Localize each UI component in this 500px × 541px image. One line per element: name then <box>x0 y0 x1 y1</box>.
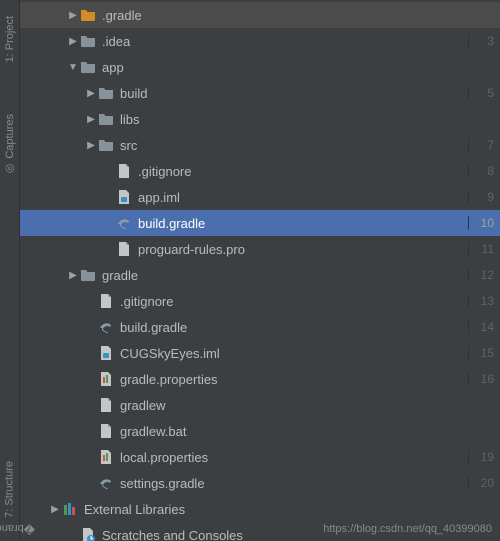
chevron-right-icon[interactable]: ▶ <box>66 10 80 21</box>
line-number: 11 <box>468 242 494 256</box>
folder-icon <box>80 267 96 283</box>
tree-row[interactable]: ▶build.gradle14 <box>20 314 500 340</box>
project-tree-panel: ▶ .gradle ▶ .idea 3 ▼ app ▶ build 5 ▶ libs ▶ src 7 ▶ .gi… <box>20 0 500 541</box>
tree-row[interactable]: ▶ src 7 <box>20 132 500 158</box>
tree-row[interactable]: ▶settings.gradle20 <box>20 470 500 496</box>
tree-item-label: libs <box>120 112 464 127</box>
left-tool-gutter: 1: Project ◎ Captures �branche 7: Struct… <box>0 0 20 541</box>
file-icon <box>98 397 114 413</box>
line-number: 3 <box>468 34 494 48</box>
tree-item-label: .gradle <box>102 8 464 23</box>
tree-item-label: gradle.properties <box>120 372 464 387</box>
scratch-icon <box>80 527 96 541</box>
file-icon <box>116 163 132 179</box>
line-number: 19 <box>468 450 494 464</box>
tree-item-label: .gitignore <box>120 294 464 309</box>
tree-row[interactable]: ▶ .idea 3 <box>20 28 500 54</box>
tree-item-label: External Libraries <box>84 502 464 517</box>
tree-item-label: gradle <box>102 268 464 283</box>
tree-row[interactable]: ▶gradlew <box>20 392 500 418</box>
tree-row[interactable]: ▶build.gradle10 <box>20 210 500 236</box>
tree-item-label: proguard-rules.pro <box>138 242 464 257</box>
tree-item-label: gradlew.bat <box>120 424 464 439</box>
chevron-right-icon[interactable]: ▶ <box>66 36 80 47</box>
line-number: 13 <box>468 294 494 308</box>
tree-item-label: settings.gradle <box>120 476 464 491</box>
tree-row[interactable]: ▶.gitignore13 <box>20 288 500 314</box>
tree-item-label: local.properties <box>120 450 464 465</box>
tree-row[interactable]: ▶ gradle 12 <box>20 262 500 288</box>
gradle-icon <box>116 215 132 231</box>
line-number: 15 <box>468 346 494 360</box>
line-number: 12 <box>468 268 494 282</box>
line-number: 16 <box>468 372 494 386</box>
line-number: 5 <box>468 86 494 100</box>
folder-icon <box>80 59 96 75</box>
chevron-right-icon[interactable]: ▶ <box>48 504 62 515</box>
tree-row[interactable]: ▶app.iml9 <box>20 184 500 210</box>
gutter-tab-captures[interactable]: ◎ Captures <box>2 108 18 182</box>
file-icon <box>98 293 114 309</box>
tree-row[interactable]: ▶ build 5 <box>20 80 500 106</box>
tree-row[interactable]: ▶proguard-rules.pro11 <box>20 236 500 262</box>
chevron-right-icon[interactable]: ▶ <box>84 140 98 151</box>
tree-item-label: build.gradle <box>120 320 464 335</box>
folder-icon <box>98 137 114 153</box>
folder-icon <box>80 33 96 49</box>
libs-icon <box>62 501 78 517</box>
iml-icon <box>98 345 114 361</box>
line-number: 9 <box>468 190 494 204</box>
file-icon <box>116 241 132 257</box>
chevron-down-icon[interactable]: ▼ <box>66 62 80 73</box>
gradle-icon <box>98 475 114 491</box>
line-number: 8 <box>468 164 494 178</box>
tree-item-label: gradlew <box>120 398 464 413</box>
tree-row[interactable]: ▶.gitignore8 <box>20 158 500 184</box>
folder-icon <box>98 85 114 101</box>
line-number: 20 <box>468 476 494 490</box>
file-icon <box>98 423 114 439</box>
gradle-icon <box>98 319 114 335</box>
iml-icon <box>116 189 132 205</box>
tree-item-label: app.iml <box>138 190 464 205</box>
tree-row[interactable]: ▶CUGSkyEyes.iml15 <box>20 340 500 366</box>
tree-row[interactable]: ▶gradlew.bat <box>20 418 500 444</box>
props-icon <box>98 371 114 387</box>
tree-item-label: CUGSkyEyes.iml <box>120 346 464 361</box>
tree-item-label: build <box>120 86 464 101</box>
line-number: 10 <box>468 216 494 230</box>
line-number: 7 <box>468 138 494 152</box>
tree-row[interactable]: ▼ app <box>20 54 500 80</box>
folder-icon <box>98 111 114 127</box>
project-tree[interactable]: ▶ .gradle ▶ .idea 3 ▼ app ▶ build 5 ▶ libs ▶ src 7 ▶ .gi… <box>20 0 500 541</box>
tree-row[interactable]: ▶ .gradle <box>20 2 500 28</box>
chevron-right-icon[interactable]: ▶ <box>66 270 80 281</box>
tree-row[interactable]: ▶ External Libraries <box>20 496 500 522</box>
tree-item-label: src <box>120 138 464 153</box>
watermark-text: https://blog.csdn.net/qq_40399080 <box>323 523 492 535</box>
gutter-tab-project[interactable]: 1: Project <box>2 10 18 68</box>
tree-item-label: .idea <box>102 34 464 49</box>
chevron-right-icon[interactable]: ▶ <box>84 114 98 125</box>
folder-orange-icon <box>80 7 96 23</box>
chevron-right-icon[interactable]: ▶ <box>84 88 98 99</box>
tree-item-label: build.gradle <box>138 216 464 231</box>
tree-row[interactable]: ▶local.properties19 <box>20 444 500 470</box>
tree-row[interactable]: ▶gradle.properties16 <box>20 366 500 392</box>
tree-item-label: app <box>102 60 464 75</box>
tree-row[interactable]: ▶ libs <box>20 106 500 132</box>
line-number: 14 <box>468 320 494 334</box>
props-icon <box>98 449 114 465</box>
tree-item-label: .gitignore <box>138 164 464 179</box>
